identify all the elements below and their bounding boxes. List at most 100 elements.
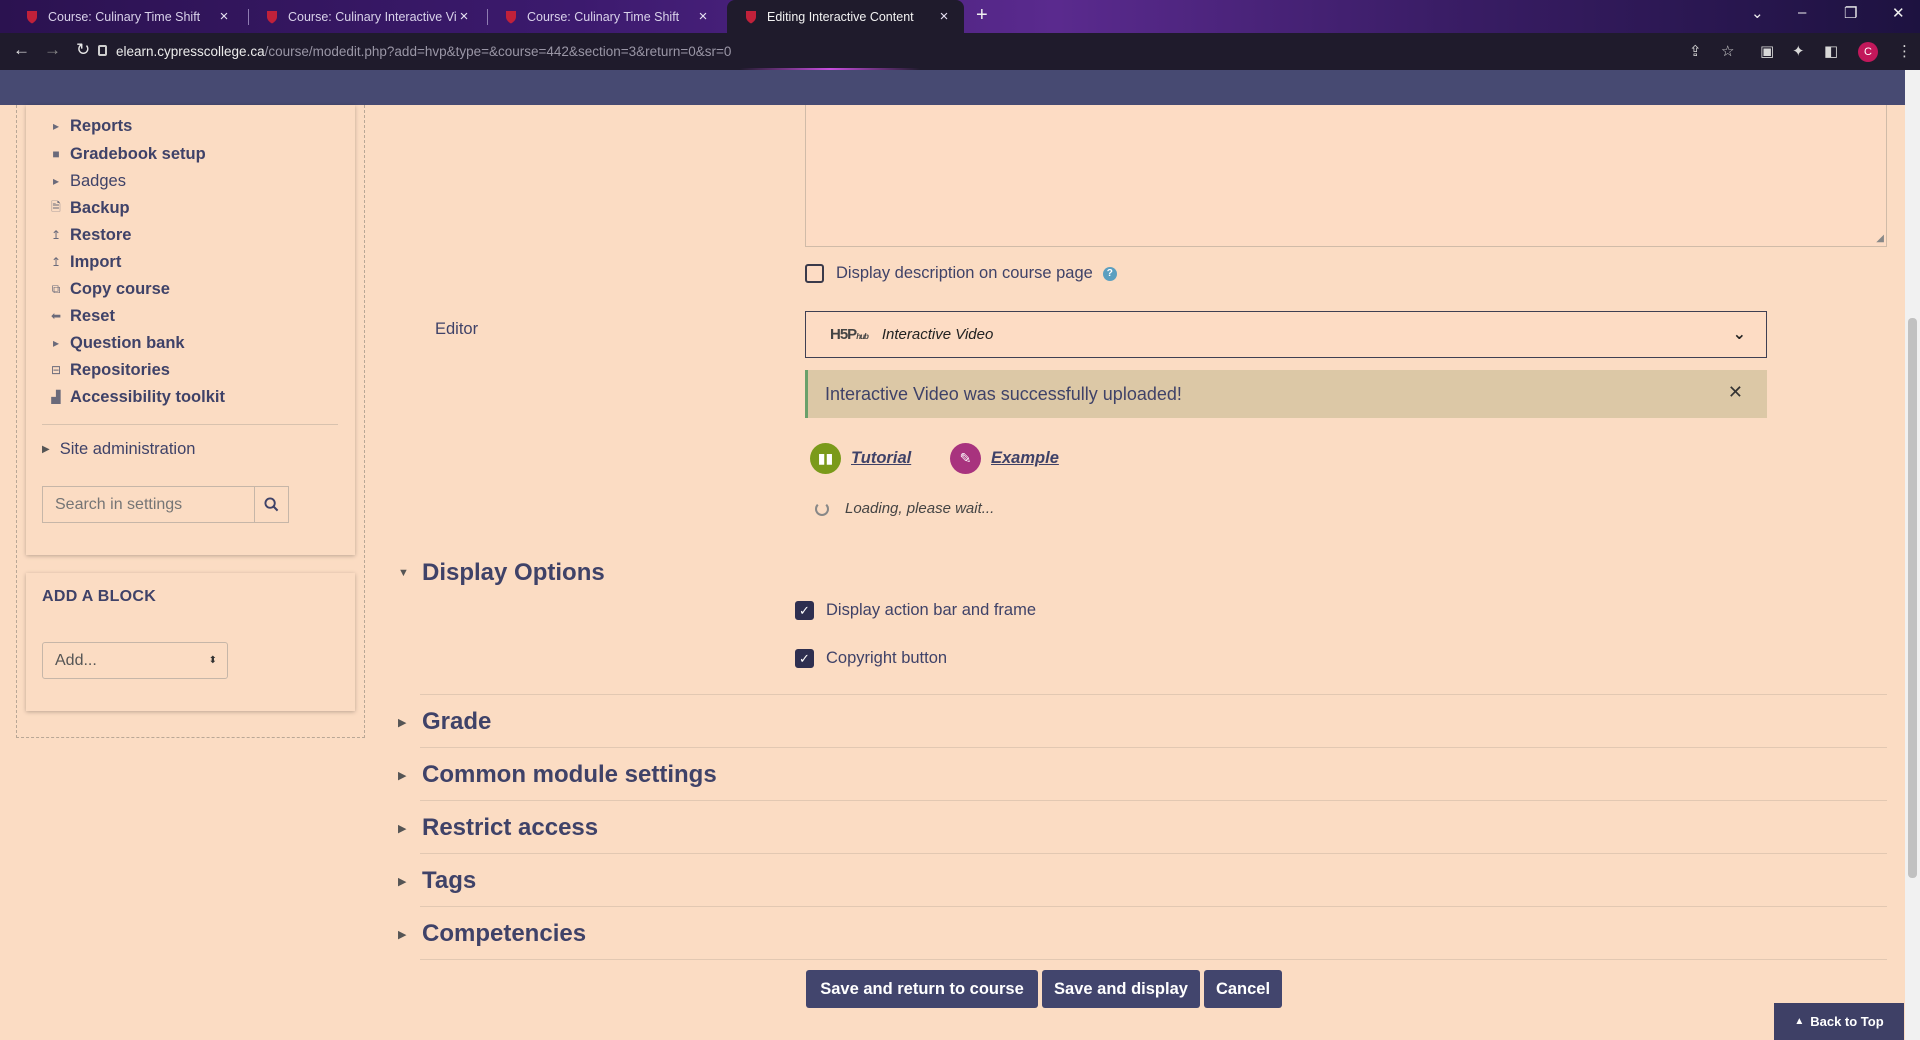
back-to-top-button[interactable]: ▲ Back to Top <box>1774 1003 1904 1040</box>
settings-search-input[interactable] <box>42 486 255 523</box>
sidebar-item-label: Question bank <box>70 333 185 352</box>
sidebar-item-label: Copy course <box>70 279 170 298</box>
divider <box>420 747 1887 748</box>
extension-icon[interactable]: ▣ <box>1760 42 1774 60</box>
add-block-select[interactable]: Add... ⬍ <box>42 642 228 679</box>
copyright-checkbox[interactable]: ✓ <box>795 649 814 668</box>
settings-search <box>42 486 289 523</box>
section-grade[interactable]: ▶ Grade <box>398 708 491 736</box>
section-competencies[interactable]: ▶ Competencies <box>398 920 586 948</box>
copyright-label: Copyright button <box>826 649 948 667</box>
sidebar-item-accessibility-toolkit[interactable]: ▟ Accessibility toolkit <box>48 386 225 408</box>
close-window-icon[interactable]: ✕ <box>1892 4 1905 22</box>
caret-right-icon: ▶ <box>398 716 407 729</box>
search-button[interactable] <box>255 486 289 523</box>
caret-right-icon: ▸ <box>52 119 60 133</box>
resize-grip-icon[interactable]: ◢ <box>1876 233 1884 244</box>
search-icon <box>264 497 279 512</box>
caret-right-icon: ▸ <box>52 174 60 188</box>
sidebar-item-copy-course[interactable]: ⧉ Copy course <box>48 278 170 300</box>
menu-kebab-icon[interactable]: ⋮ <box>1897 42 1912 60</box>
close-tab-icon[interactable]: × <box>456 8 472 25</box>
page-scrollbar[interactable] <box>1905 70 1920 1040</box>
minimize-icon[interactable]: – <box>1798 4 1806 21</box>
scrollbar-thumb[interactable] <box>1908 318 1917 878</box>
close-tab-icon[interactable]: × <box>216 8 232 25</box>
back-icon[interactable]: ← <box>13 40 30 60</box>
save-and-return-button[interactable]: Save and return to course <box>806 970 1038 1008</box>
example-link[interactable]: Example <box>991 449 1059 468</box>
help-icon[interactable]: ? <box>1102 266 1117 281</box>
caret-right-icon: ▶ <box>398 928 407 941</box>
section-restrict-access[interactable]: ▶ Restrict access <box>398 814 598 842</box>
close-tab-icon[interactable]: × <box>936 8 952 25</box>
share-icon[interactable]: ⇪ <box>1689 42 1702 60</box>
browser-tab[interactable]: Course: Culinary Time Shift × <box>8 0 244 33</box>
forward-icon[interactable]: → <box>44 40 61 60</box>
sidebar-item-reports[interactable]: ▸ Reports <box>48 115 132 137</box>
tab-title: Course: Culinary Time Shift <box>48 9 201 24</box>
url-path: /course/modedit.php?add=hvp&type=&course… <box>264 44 732 59</box>
profile-avatar[interactable]: C <box>1858 42 1878 62</box>
sidebar-divider <box>42 424 338 425</box>
browser-tab-active[interactable]: Editing Interactive Content × <box>727 0 964 33</box>
sidebar-item-reset[interactable]: ⬅ Reset <box>48 305 115 327</box>
save-and-display-button[interactable]: Save and display <box>1042 970 1200 1008</box>
reload-icon[interactable]: ↻ <box>76 40 90 60</box>
back-to-top-label: Back to Top <box>1810 1014 1884 1029</box>
caret-right-icon: ▶ <box>398 769 407 782</box>
display-description-label: Display description on course page <box>836 264 1093 282</box>
close-alert-icon[interactable]: ✕ <box>1728 382 1743 403</box>
site-administration-node[interactable]: ▶ Site administration <box>42 440 195 459</box>
add-block-select-value: Add... <box>55 652 97 669</box>
tutorial-link[interactable]: Tutorial <box>851 449 911 468</box>
section-title: Competencies <box>422 920 587 947</box>
new-tab-icon[interactable]: + <box>976 4 988 27</box>
sidebar-item-repositories[interactable]: ⊟ Repositories <box>48 359 170 381</box>
moodle-top-nav <box>0 70 1905 105</box>
close-tab-icon[interactable]: × <box>695 8 711 25</box>
sidebar-item-label: Repositories <box>70 360 170 379</box>
sidebar-item-label: Import <box>70 252 122 271</box>
display-description-checkbox[interactable] <box>805 264 824 283</box>
sidebar-item-label: Accessibility toolkit <box>70 387 225 406</box>
divider <box>420 853 1887 854</box>
shield-favicon-icon <box>267 10 277 23</box>
cancel-button[interactable]: Cancel <box>1204 970 1282 1008</box>
section-common-module-settings[interactable]: ▶ Common module settings <box>398 761 717 789</box>
sidebar-item-question-bank[interactable]: ▸ Question bank <box>48 332 185 354</box>
action-bar-label: Display action bar and frame <box>826 601 1037 619</box>
description-textarea[interactable]: ◢ <box>805 105 1887 247</box>
shield-favicon-icon <box>746 10 756 23</box>
caret-right-icon: ▶ <box>42 444 50 455</box>
sidebar-item-badges[interactable]: ▸ Badges <box>48 170 126 192</box>
select-arrows-icon: ⬍ <box>208 655 217 666</box>
editor-label: Editor <box>435 320 479 338</box>
sidepanel-icon[interactable]: ◧ <box>1824 42 1838 60</box>
section-tags[interactable]: ▶ Tags <box>398 867 476 895</box>
browser-tab[interactable]: Course: Culinary Time Shift × <box>487 0 723 33</box>
bullet-icon: ■ <box>52 147 60 161</box>
h5p-logo-sub: hub <box>856 332 869 341</box>
sidebar-item-gradebook-setup[interactable]: ■ Gradebook setup <box>48 143 205 165</box>
sidebar-item-label: Reset <box>70 306 115 325</box>
tab-search-icon[interactable]: ⌄ <box>1751 4 1764 22</box>
loading-text: Loading, please wait... <box>845 500 995 517</box>
display-description-row: Display description on course page ? <box>805 264 1117 283</box>
h5p-content-type-select[interactable]: H5Phub Interactive Video ⌄ <box>805 311 1767 358</box>
section-title: Tags <box>422 867 477 894</box>
example-link-row: ✎ Example <box>950 443 1059 474</box>
section-title: Display Options <box>422 559 605 586</box>
sidebar-item-restore[interactable]: ↥ Restore <box>48 224 131 246</box>
url-field[interactable]: elearn.cypresscollege.ca/course/modedit.… <box>116 33 731 70</box>
spinner-icon <box>815 501 829 516</box>
sidebar-item-import[interactable]: ↥ Import <box>48 251 121 273</box>
bookmark-star-icon[interactable]: ☆ <box>1721 42 1734 60</box>
puzzle-icon[interactable]: ✦ <box>1792 42 1805 60</box>
sidebar-item-backup[interactable]: 🗎 Backup <box>48 197 129 219</box>
restore-icon[interactable]: ❐ <box>1844 4 1857 22</box>
browser-tab[interactable]: Course: Culinary Interactive Vide × <box>248 0 484 33</box>
action-bar-row: ✓ Display action bar and frame <box>795 601 1036 620</box>
section-display-options[interactable]: ▼ Display Options <box>398 559 605 587</box>
action-bar-checkbox[interactable]: ✓ <box>795 601 814 620</box>
